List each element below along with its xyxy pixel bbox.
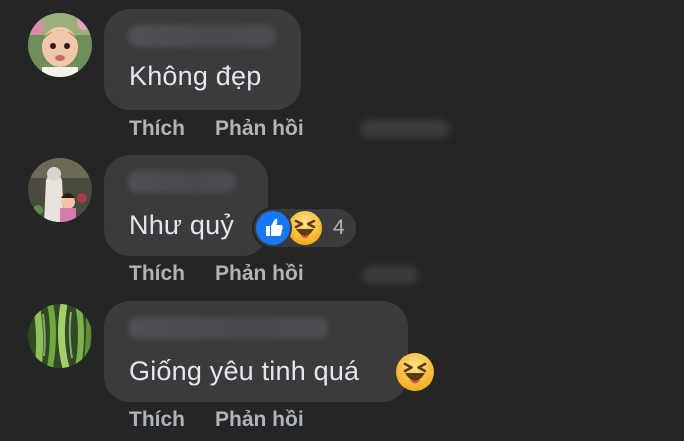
blurred-commenter-name: [128, 25, 276, 47]
comment-actions: Thích Phản hồi: [129, 117, 304, 141]
comment-bubble: Không đẹp: [104, 9, 301, 110]
reaction-count: 4: [333, 216, 345, 239]
comment-actions: Thích Phản hồi: [129, 262, 304, 286]
like-button[interactable]: Thích: [129, 408, 185, 432]
haha-icon: [288, 211, 322, 245]
like-icon: [256, 211, 290, 245]
comment-text: Giống yêu tinh quá: [129, 356, 360, 386]
reply-button[interactable]: Phản hồi: [215, 408, 304, 432]
statue-photo-avatar-icon: [28, 158, 92, 222]
avatar[interactable]: [28, 13, 92, 77]
baby-photo-avatar-icon: [28, 13, 92, 77]
like-button[interactable]: Thích: [129, 262, 185, 286]
blurred-commenter-name: [128, 317, 328, 339]
reply-button[interactable]: Phản hồi: [215, 262, 304, 286]
blurred-timestamp: [362, 266, 418, 284]
comment-actions: Thích Phản hồi: [129, 408, 304, 432]
green-peppers-avatar-icon: [28, 304, 92, 368]
reply-button[interactable]: Phản hồi: [215, 117, 304, 141]
comment-bubble: Giống yêu tinh quá: [104, 301, 408, 402]
like-button[interactable]: Thích: [129, 117, 185, 141]
blurred-timestamp: [360, 120, 450, 138]
comment-text: Không đẹp: [129, 61, 262, 91]
comment-bubble: Như quỷ: [104, 155, 268, 256]
reaction-summary[interactable]: 4: [254, 209, 356, 247]
haha-emoji-icon: [396, 353, 434, 391]
comment-text: Như quỷ: [129, 210, 235, 240]
blurred-commenter-name: [128, 171, 236, 193]
avatar[interactable]: [28, 304, 92, 368]
avatar[interactable]: [28, 158, 92, 222]
